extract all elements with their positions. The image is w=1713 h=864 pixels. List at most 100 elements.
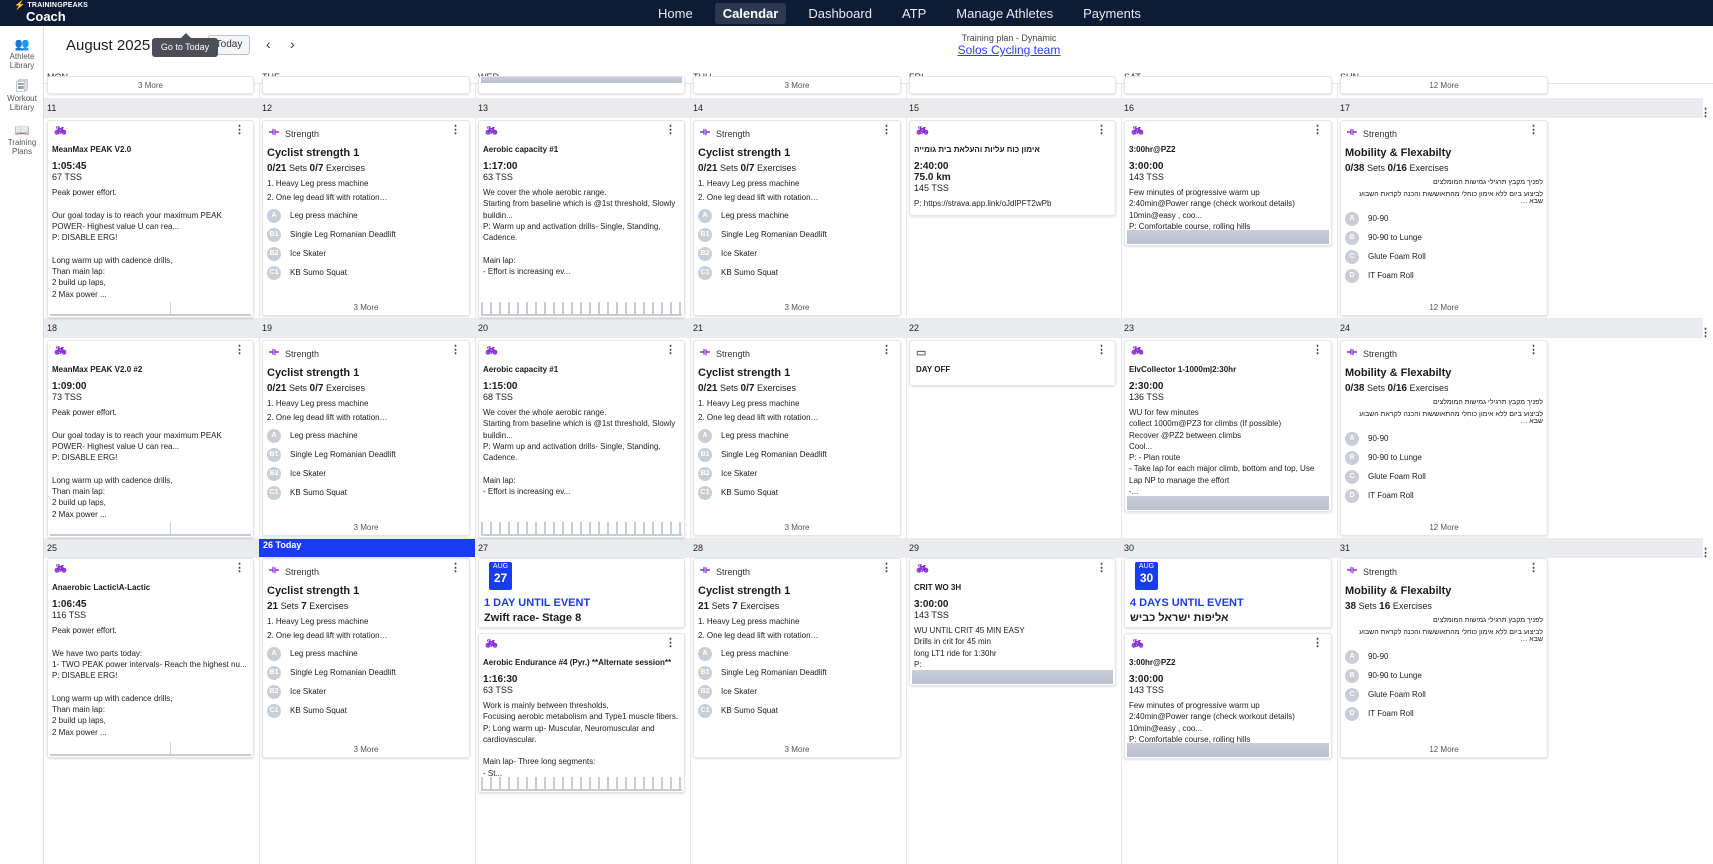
exercise-item[interactable]: B2 Ice Skater	[267, 682, 465, 701]
next-month-chevron-icon[interactable]: ›	[290, 36, 295, 52]
exercise-item[interactable]: C1 KB Sumo Squat	[267, 263, 465, 282]
strength-workout-card[interactable]: ⋮ ⟛ Strength Mobility & Flexabilty 0/38 Sets…	[1340, 120, 1548, 316]
card-menu-icon[interactable]: ⋮	[665, 345, 676, 356]
previous-week-card[interactable]	[1124, 76, 1332, 94]
trainingpeaks-logo[interactable]: ⚡ TRAININGPEAKS Coach	[14, 1, 88, 24]
exercise-item[interactable]: B 90-90 to Lunge	[1345, 228, 1543, 247]
previous-week-card[interactable]: 3 More	[693, 76, 901, 94]
exercise-item[interactable]: B1 Single Leg Romanian Deadlift	[267, 663, 465, 682]
more-exercises-link[interactable]: 3 More	[694, 523, 900, 532]
bike-workout-card[interactable]: ⋮ 🚲︎ 3:00hr@PZ2 3:00:00 143 TSS Few minutes o…	[1124, 120, 1332, 246]
strength-workout-card[interactable]: ⋮ ⟛ Strength Cyclist strength 1 0/21 Sets 0/…	[262, 120, 470, 316]
previous-week-card[interactable]: 3 More	[47, 76, 254, 94]
card-menu-icon[interactable]: ⋮	[450, 563, 461, 574]
nav-dashboard[interactable]: Dashboard	[800, 3, 880, 24]
previous-month-chevron-icon[interactable]: ‹	[266, 36, 271, 52]
sidebar-athlete-library[interactable]: 👥 Athlete Library	[2, 38, 42, 70]
bike-workout-card[interactable]: ⋮ 🚲︎ Aerobic capacity #1 1:15:00 68 TSS We co…	[478, 340, 685, 538]
nav-home[interactable]: Home	[650, 3, 701, 24]
more-link[interactable]: 12 More	[1341, 81, 1547, 90]
event-card[interactable]: AUG 27 1 DAY UNTIL EVENT Zwift race- Stage …	[478, 558, 685, 628]
card-menu-icon[interactable]: ⋮	[665, 125, 676, 136]
exercise-item[interactable]: B1 Single Leg Romanian Deadlift	[698, 663, 896, 682]
card-menu-icon[interactable]: ⋮	[1096, 563, 1107, 574]
exercise-item[interactable]: A 90-90	[1345, 429, 1543, 448]
card-menu-icon[interactable]: ⋮	[881, 125, 892, 136]
card-menu-icon[interactable]: ⋮	[1528, 125, 1539, 136]
card-menu-icon[interactable]: ⋮	[234, 345, 245, 356]
plan-name-link[interactable]: Solos Cycling team	[794, 43, 1224, 57]
exercise-item[interactable]: B2 Ice Skater	[698, 682, 896, 701]
sidebar-workout-library[interactable]: 🗐 Workout Library	[2, 80, 42, 112]
day-off-card[interactable]: ⋮ ▭ DAY OFF	[909, 340, 1116, 386]
bike-workout-card[interactable]: ⋮ 🚲︎ אימון כוח עליות והעלאת בית גומייה 2:40…	[909, 120, 1116, 216]
more-exercises-link[interactable]: 3 More	[263, 303, 469, 312]
card-menu-icon[interactable]: ⋮	[1312, 345, 1323, 356]
exercise-item[interactable]: C1 KB Sumo Squat	[698, 701, 896, 720]
bike-workout-card[interactable]: ⋮ 🚲︎ ElvCollector 1-1000m|2:30hr 2:30:00 136…	[1124, 340, 1332, 512]
bike-workout-card[interactable]: ⋮ 🚲︎ Aerobic capacity #1 1:17:00 63 TSS We co…	[478, 120, 685, 318]
exercise-item[interactable]: C Glute Foam Roll	[1345, 247, 1543, 266]
event-card[interactable]: AUG 30 4 DAYS UNTIL EVENT אליפות ישראל כביש	[1124, 558, 1332, 628]
exercise-item[interactable]: A Leg press machine	[267, 426, 465, 445]
exercise-item[interactable]: D IT Foam Roll	[1345, 486, 1543, 505]
week-options-menu-icon[interactable]: ⋮	[1700, 546, 1711, 559]
strength-workout-card[interactable]: ⋮ ⟛ Strength Cyclist strength 1 21 Sets 7 Ex…	[262, 558, 470, 758]
strength-workout-card[interactable]: ⋮ ⟛ Strength Mobility & Flexabilty 0/38 Sets…	[1340, 340, 1548, 536]
sidebar-training-plans[interactable]: 📖 Training Plans	[2, 124, 42, 156]
week-options-menu-icon[interactable]: ⋮	[1700, 326, 1711, 339]
strength-workout-card[interactable]: ⋮ ⟛ Strength Cyclist strength 1 0/21 Sets 0/…	[693, 120, 901, 316]
exercise-item[interactable]: B2 Ice Skater	[267, 464, 465, 483]
nav-payments[interactable]: Payments	[1075, 3, 1149, 24]
exercise-item[interactable]: B1 Single Leg Romanian Deadlift	[267, 445, 465, 464]
strength-workout-card[interactable]: ⋮ ⟛ Strength Cyclist strength 1 0/21 Sets 0/…	[262, 340, 470, 536]
card-menu-icon[interactable]: ⋮	[234, 563, 245, 574]
exercise-item[interactable]: A Leg press machine	[267, 644, 465, 663]
more-exercises-link[interactable]: 3 More	[263, 745, 469, 754]
exercise-item[interactable]: A 90-90	[1345, 209, 1543, 228]
nav-manage-athletes[interactable]: Manage Athletes	[948, 3, 1061, 24]
exercise-item[interactable]: C1 KB Sumo Squat	[698, 483, 896, 502]
exercise-item[interactable]: B2 Ice Skater	[267, 244, 465, 263]
exercise-item[interactable]: A Leg press machine	[698, 644, 896, 663]
more-exercises-link[interactable]: 12 More	[1341, 303, 1547, 312]
more-exercises-link[interactable]: 3 More	[263, 523, 469, 532]
card-menu-icon[interactable]: ⋮	[1096, 125, 1107, 136]
bike-workout-card[interactable]: ⋮ 🚲︎ MeanMax PEAK V2.0 #2 1:09:00 73 TSS Peak…	[47, 340, 254, 538]
card-menu-icon[interactable]: ⋮	[1312, 125, 1323, 136]
more-exercises-link[interactable]: 12 More	[1341, 523, 1547, 532]
exercise-item[interactable]: B1 Single Leg Romanian Deadlift	[267, 225, 465, 244]
strength-workout-card[interactable]: ⋮ ⟛ Strength Cyclist strength 1 21 Sets 7 Ex…	[693, 558, 901, 758]
exercise-item[interactable]: B 90-90 to Lunge	[1345, 666, 1543, 685]
previous-week-card[interactable]	[262, 76, 470, 94]
card-menu-icon[interactable]: ⋮	[450, 125, 461, 136]
card-menu-icon[interactable]: ⋮	[1528, 345, 1539, 356]
more-link[interactable]: 3 More	[48, 81, 253, 90]
card-menu-icon[interactable]: ⋮	[1312, 638, 1323, 649]
exercise-item[interactable]: A Leg press machine	[698, 206, 896, 225]
bike-workout-card[interactable]: ⋮ 🚲︎ Anaerobic Lactic\A-Lactic 1:06:45 116 T…	[47, 558, 254, 758]
exercise-item[interactable]: C Glute Foam Roll	[1345, 467, 1543, 486]
card-menu-icon[interactable]: ⋮	[1096, 345, 1107, 356]
exercise-item[interactable]: B2 Ice Skater	[698, 244, 896, 263]
bike-workout-card[interactable]: ⋮ 🚲︎ 3:00hr@PZ2 3:00:00 143 TSS Few minutes o…	[1124, 633, 1332, 759]
exercise-item[interactable]: D IT Foam Roll	[1345, 704, 1543, 723]
exercise-item[interactable]: B1 Single Leg Romanian Deadlift	[698, 445, 896, 464]
exercise-item[interactable]: A Leg press machine	[698, 426, 896, 445]
exercise-item[interactable]: C1 KB Sumo Squat	[267, 483, 465, 502]
previous-week-card[interactable]: 12 More	[1340, 76, 1548, 94]
exercise-item[interactable]: B 90-90 to Lunge	[1345, 448, 1543, 467]
strength-workout-card[interactable]: ⋮ ⟛ Strength Mobility & Flexabilty 38 Sets 1…	[1340, 558, 1548, 758]
card-menu-icon[interactable]: ⋮	[1528, 563, 1539, 574]
exercise-item[interactable]: D IT Foam Roll	[1345, 266, 1543, 285]
more-exercises-link[interactable]: 12 More	[1341, 745, 1547, 754]
exercise-item[interactable]: C1 KB Sumo Squat	[267, 701, 465, 720]
exercise-item[interactable]: B1 Single Leg Romanian Deadlift	[698, 225, 896, 244]
exercise-item[interactable]: A 90-90	[1345, 647, 1543, 666]
bike-workout-card[interactable]: ⋮ 🚲︎ MeanMax PEAK V2.0 1:05:45 67 TSS Peak po…	[47, 120, 254, 318]
more-link[interactable]: 3 More	[694, 81, 900, 90]
exercise-item[interactable]: A Leg press machine	[267, 206, 465, 225]
card-menu-icon[interactable]: ⋮	[665, 638, 676, 649]
exercise-item[interactable]: C1 KB Sumo Squat	[698, 263, 896, 282]
nav-atp[interactable]: ATP	[894, 3, 934, 24]
